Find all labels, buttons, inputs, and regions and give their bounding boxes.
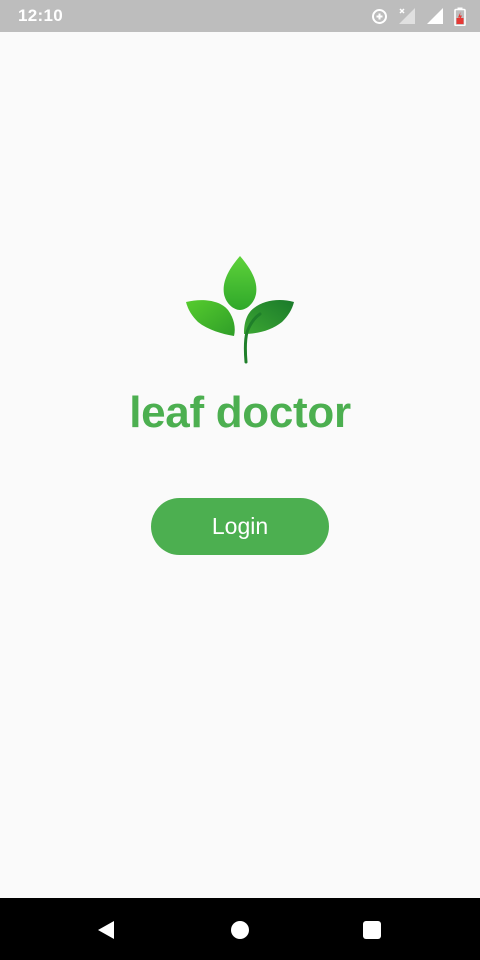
recents-icon[interactable] bbox=[360, 918, 384, 942]
back-icon[interactable] bbox=[94, 918, 118, 942]
login-button[interactable]: Login bbox=[151, 498, 329, 555]
home-icon[interactable] bbox=[228, 918, 252, 942]
signal-icon bbox=[426, 7, 444, 25]
leaf-sprout-icon bbox=[184, 254, 296, 364]
status-icons bbox=[371, 6, 466, 26]
login-screen: 12:10 leaf doctor Login bbox=[0, 0, 480, 960]
battery-charging-icon bbox=[454, 7, 466, 26]
data-saver-icon bbox=[371, 8, 388, 25]
signal-no-data-icon bbox=[398, 7, 416, 25]
app-title: leaf doctor bbox=[129, 388, 351, 437]
status-time: 12:10 bbox=[18, 6, 63, 25]
status-bar: 12:10 bbox=[0, 0, 480, 32]
navigation-bar bbox=[0, 898, 480, 960]
